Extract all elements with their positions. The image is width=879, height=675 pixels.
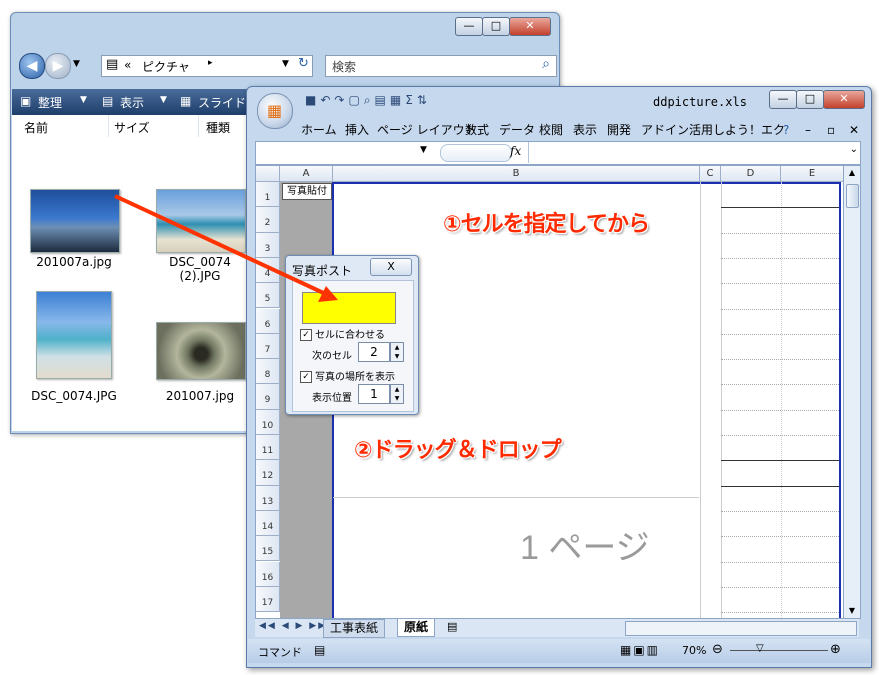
drag-arrow-shaft — [114, 194, 331, 298]
drag-arrow — [114, 194, 338, 302]
